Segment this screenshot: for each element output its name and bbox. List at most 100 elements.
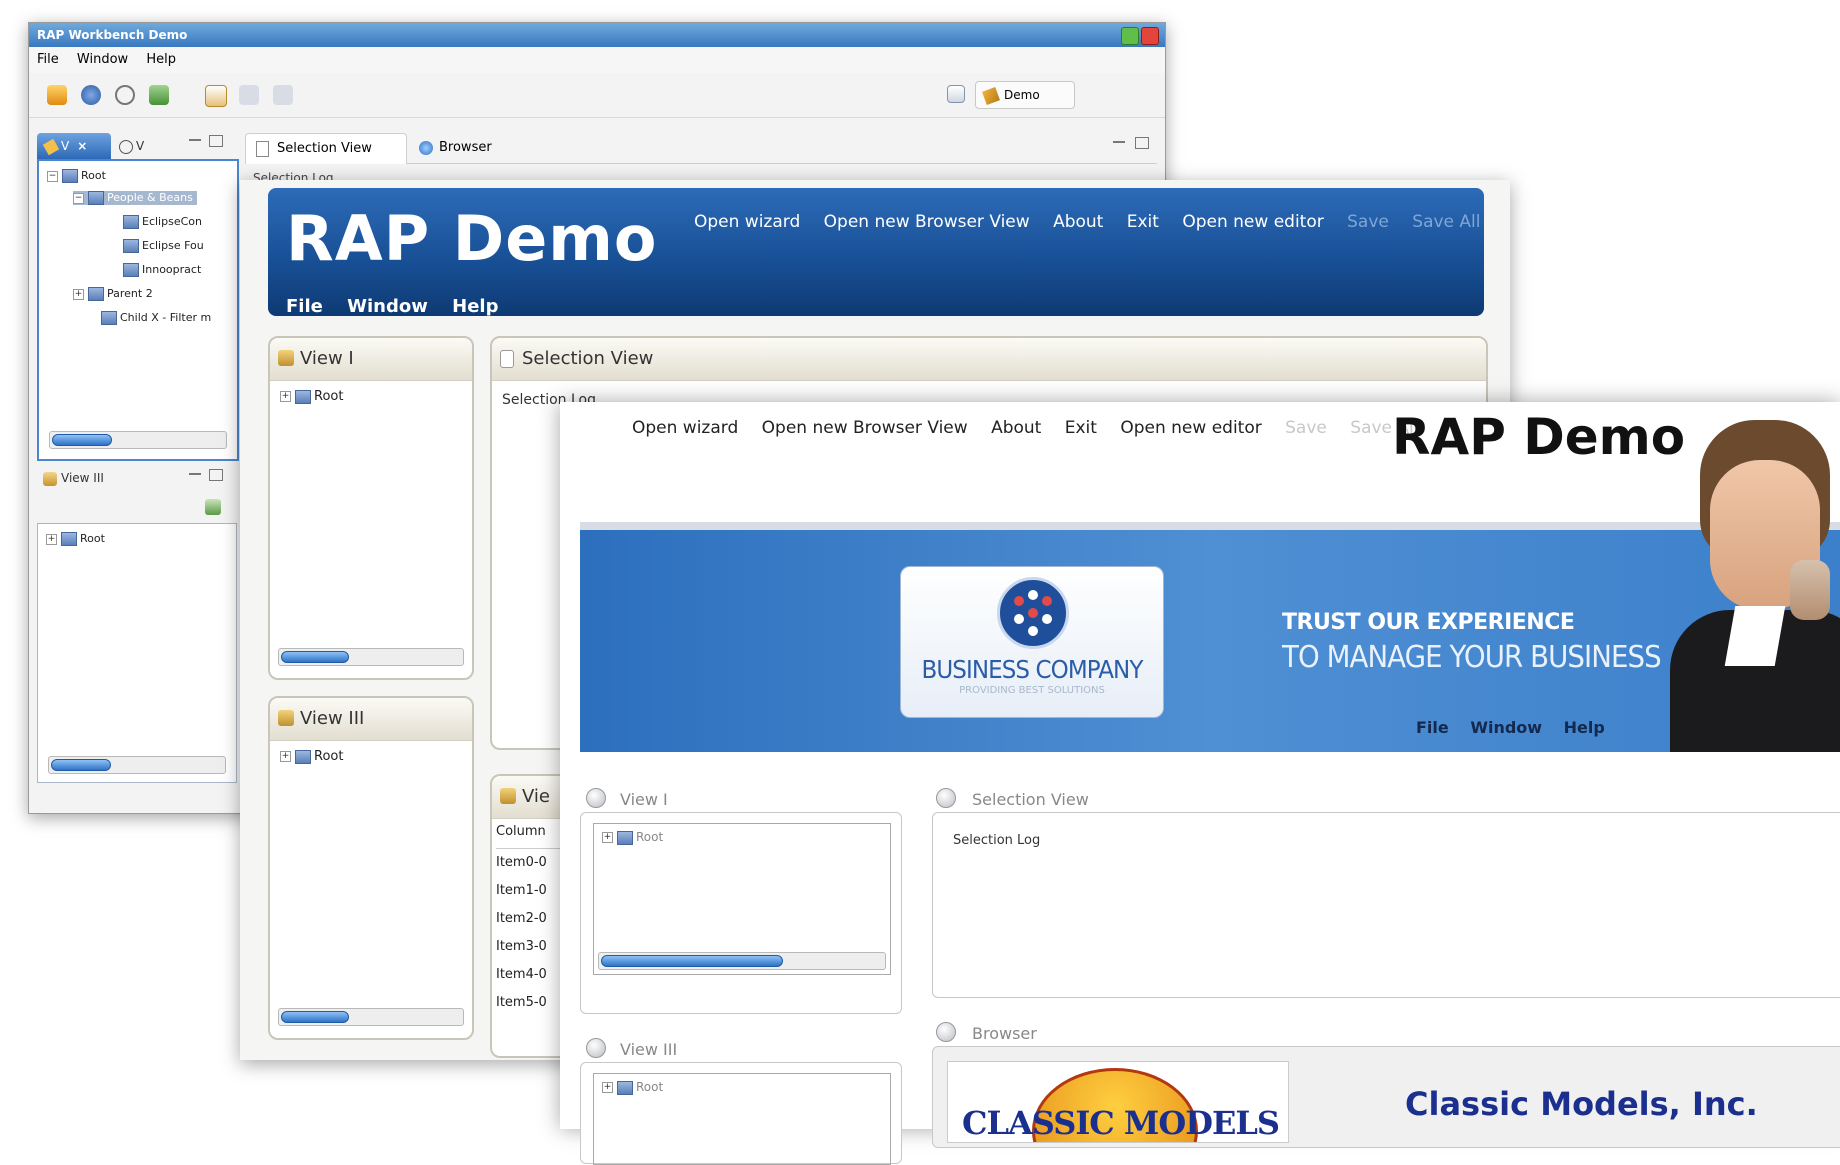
horizontal-scrollbar[interactable] <box>278 648 464 666</box>
menu-help[interactable]: Help <box>452 296 498 317</box>
header-bar: RAP Demo Open wizard Open new Browser Vi… <box>268 188 1484 317</box>
browser-tab[interactable]: Browser <box>415 133 511 163</box>
maximize-icon[interactable] <box>209 135 223 147</box>
node-icon <box>123 215 139 229</box>
expand-icon[interactable]: + <box>280 751 291 762</box>
tree-node-innoopract[interactable]: Innoopract <box>123 263 201 277</box>
menu-help[interactable]: Help <box>1564 718 1605 737</box>
view3-panel: + Root <box>37 523 237 783</box>
exit-link[interactable]: Exit <box>1065 418 1097 438</box>
new-editor-icon[interactable] <box>205 85 227 107</box>
node-icon <box>617 1080 633 1095</box>
selection-view-title[interactable]: Selection View <box>972 790 1089 809</box>
tree-node-eclipsecon[interactable]: EclipseCon <box>123 215 202 229</box>
horizontal-scrollbar[interactable] <box>49 431 227 449</box>
exit-icon[interactable] <box>149 85 169 105</box>
maximize-button[interactable] <box>1121 27 1139 45</box>
view2-tab[interactable]: V <box>115 133 161 159</box>
browser-icon[interactable] <box>81 85 101 105</box>
minimize-icon[interactable] <box>189 473 201 475</box>
scroll-thumb[interactable] <box>601 955 783 967</box>
save-all-link[interactable]: Save All <box>1412 212 1480 232</box>
node-icon <box>101 311 117 325</box>
expand-icon[interactable]: + <box>602 1082 613 1093</box>
view1-tab[interactable]: V × <box>37 133 111 159</box>
exit-link[interactable]: Exit <box>1127 212 1159 232</box>
view1-panel: − Root − People & Beans EclipseCon Eclipse… <box>37 159 239 461</box>
open-editor-link[interactable]: Open new editor <box>1120 418 1261 438</box>
open-browser-view-link[interactable]: Open new Browser View <box>824 212 1030 232</box>
close-icon[interactable]: × <box>77 139 87 153</box>
view3-icon <box>278 710 294 726</box>
menu-file[interactable]: File <box>286 296 323 317</box>
classic-models-logo-text: CLASSIC MODELS <box>962 1104 1280 1142</box>
expand-icon[interactable]: + <box>280 391 291 402</box>
horizontal-scrollbar[interactable] <box>278 1008 464 1026</box>
scroll-thumb[interactable] <box>52 434 112 446</box>
about-icon[interactable] <box>115 85 135 105</box>
menu-window[interactable]: Window <box>1470 718 1542 737</box>
node-icon <box>617 830 633 845</box>
save-link[interactable]: Save <box>1285 418 1327 438</box>
view3-tab-label[interactable]: View III <box>61 471 104 485</box>
horizontal-scrollbar[interactable] <box>48 756 226 774</box>
save-all-icon[interactable] <box>273 85 293 105</box>
expand-icon[interactable]: + <box>602 832 613 843</box>
scroll-thumb[interactable] <box>51 759 111 771</box>
open-wizard-link[interactable]: Open wizard <box>632 418 738 438</box>
open-wizard-link[interactable]: Open wizard <box>694 212 800 232</box>
collapse-icon[interactable]: − <box>47 170 58 182</box>
maximize-icon[interactable] <box>209 469 223 481</box>
expand-icon[interactable]: + <box>46 533 57 545</box>
wizard-icon[interactable] <box>47 85 67 105</box>
maximize-icon[interactable] <box>1135 137 1149 149</box>
tree-node-child-x[interactable]: Child X - Filter m <box>101 311 211 325</box>
tree-node-root[interactable]: + Root <box>280 749 343 764</box>
tree-node-root[interactable]: + Root <box>46 532 105 546</box>
tree-node-selected[interactable]: − People & Beans <box>73 191 197 205</box>
table-view-title[interactable]: Vie <box>522 786 550 807</box>
menu-file[interactable]: File <box>1416 718 1449 737</box>
pencil-icon <box>982 86 1000 105</box>
browser-title[interactable]: Browser <box>972 1024 1037 1043</box>
view3-icon <box>43 471 57 486</box>
tree-node-root[interactable]: + Root <box>602 1080 663 1095</box>
menu-help[interactable]: Help <box>146 52 176 67</box>
view1-title[interactable]: View I <box>620 790 668 809</box>
action-bar: Open wizard Open new Browser View About … <box>694 212 1499 232</box>
minimize-icon[interactable] <box>189 139 201 141</box>
about-link[interactable]: About <box>1053 212 1103 232</box>
view3-title[interactable]: View III <box>300 708 364 729</box>
open-editor-link[interactable]: Open new editor <box>1182 212 1323 232</box>
view3-title[interactable]: View III <box>620 1040 677 1059</box>
page-icon <box>500 350 514 368</box>
tree-node-root[interactable]: + Root <box>602 830 663 845</box>
expand-icon[interactable]: + <box>73 288 84 300</box>
selection-view-tab[interactable]: Selection View <box>245 133 407 164</box>
scroll-thumb[interactable] <box>281 1011 349 1023</box>
selection-view-title[interactable]: Selection View <box>522 348 653 369</box>
about-link[interactable]: About <box>991 418 1041 438</box>
menu-window[interactable]: Window <box>347 296 428 317</box>
menu-file[interactable]: File <box>37 52 59 67</box>
menu-window[interactable]: Window <box>77 52 128 67</box>
horizontal-scrollbar[interactable] <box>598 952 886 970</box>
open-perspective-icon[interactable] <box>947 85 965 103</box>
save-icon[interactable] <box>239 85 259 105</box>
tree-node-root[interactable]: + Root <box>280 389 343 404</box>
app-brand: RAP Demo <box>286 202 658 275</box>
minimize-icon[interactable] <box>1113 141 1125 143</box>
tree-area: + Root <box>593 1073 891 1165</box>
collapse-icon[interactable]: − <box>73 192 84 204</box>
tree-node-eclipse-fou[interactable]: Eclipse Fou <box>123 239 204 253</box>
tree-node-parent2[interactable]: + Parent 2 <box>73 287 153 301</box>
scroll-thumb[interactable] <box>281 651 349 663</box>
perspective-switcher[interactable]: Demo <box>975 81 1075 109</box>
view-menu-icon[interactable] <box>205 499 221 515</box>
view1-title[interactable]: View I <box>300 348 354 369</box>
close-button[interactable] <box>1141 27 1159 45</box>
logo-emblem-icon <box>997 577 1069 649</box>
save-link[interactable]: Save <box>1347 212 1389 232</box>
open-browser-view-link[interactable]: Open new Browser View <box>762 418 968 438</box>
tree-node-root[interactable]: − Root <box>47 169 106 183</box>
